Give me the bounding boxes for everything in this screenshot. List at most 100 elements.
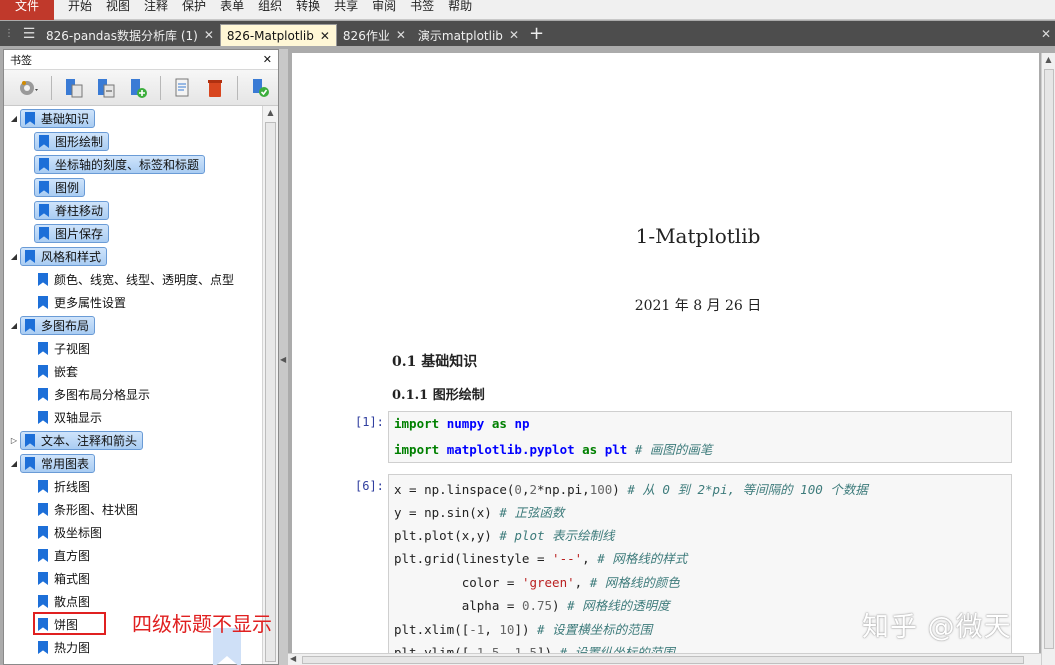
menu-file[interactable]: 文件 (0, 0, 54, 20)
bookmark-label: 风格和样式 (41, 250, 102, 264)
bookmark-item[interactable]: 条形图、柱状图 (34, 498, 142, 521)
bookmark-item[interactable]: ◢ 常用图表 (8, 452, 96, 475)
menu-organize[interactable]: 组织 (258, 0, 282, 14)
add-bookmark-icon[interactable] (125, 75, 151, 101)
scroll-up-icon[interactable]: ▲ (263, 106, 278, 120)
tab-label: 826作业 (342, 28, 390, 43)
panel-close-icon[interactable]: ✕ (263, 53, 272, 66)
bookmark-item[interactable]: ◢ 风格和样式 (8, 245, 108, 268)
close-icon[interactable]: ✕ (396, 28, 406, 42)
tab-matplotlib[interactable]: 826-Matplotlib ✕ (219, 24, 337, 46)
bookmark-item[interactable]: 更多属性设置 (34, 291, 130, 314)
bookmark-item[interactable]: 颜色、线宽、线型、透明度、点型 (34, 268, 238, 291)
tab-pandas[interactable]: 826-pandas数据分析库 (1) ✕ (40, 24, 220, 46)
bookmark-item[interactable]: 坐标轴的刻度、标签和标题 (34, 153, 206, 176)
bookmark-icon (38, 365, 48, 378)
expand-arrow-icon[interactable]: ▷ (8, 436, 20, 445)
bookmark-label: 直方图 (54, 549, 91, 563)
bookmark-item[interactable]: 双轴显示 (34, 406, 106, 429)
panel-title: 书签 (10, 53, 32, 67)
menu-review[interactable]: 审阅 (372, 0, 396, 14)
code-line: color = 'green', # 网格线的颜色 (394, 575, 680, 590)
subsection-heading: 0.1.1 图形绘制 (392, 388, 485, 403)
bookmark-scrollbar[interactable]: ▲ (262, 106, 278, 664)
bookmark-icon (38, 273, 48, 286)
bookmark-check-icon[interactable] (247, 75, 273, 101)
bookmark-item[interactable]: 图形绘制 (34, 130, 110, 153)
new-tab-plus-icon[interactable]: + (529, 21, 544, 46)
bookmark-entry: 风格和样式 (20, 247, 108, 266)
code-line: alpha = 0.75) # 网格线的透明度 (394, 598, 670, 613)
bookmark-entry: 图形绘制 (34, 132, 110, 151)
bookmark-item[interactable]: 图例 (34, 176, 86, 199)
bookmark-item[interactable]: ▷ 文本、注释和箭头 (8, 429, 144, 452)
bookmark-item[interactable]: 子视图 (34, 337, 94, 360)
bookmark-icon (38, 411, 48, 424)
menu-comment[interactable]: 注释 (144, 0, 168, 14)
menu-help[interactable]: 帮助 (448, 0, 472, 14)
document-vertical-scrollbar[interactable]: ▲ (1041, 53, 1055, 665)
menu-share[interactable]: 共享 (334, 0, 358, 14)
settings-gear-icon[interactable] (16, 75, 42, 101)
bookmark-item[interactable]: 热力图 (34, 636, 94, 659)
expand-bookmark-icon[interactable] (61, 75, 87, 101)
collapse-arrow-icon[interactable]: ◢ (8, 114, 20, 123)
delete-trash-icon[interactable] (202, 75, 228, 101)
bookmark-icon (38, 503, 48, 516)
bookmark-icon (25, 457, 35, 470)
bookmark-icon (25, 250, 35, 263)
bookmark-item[interactable]: 极坐标图 (34, 521, 106, 544)
tab-bar-close-icon[interactable]: ✕ (1041, 21, 1055, 46)
scroll-thumb[interactable] (1044, 69, 1054, 649)
bookmark-item[interactable]: 嵌套 (34, 360, 82, 383)
menu-view[interactable]: 视图 (106, 0, 130, 14)
bookmark-label: 折线图 (54, 480, 91, 494)
collapse-arrow-icon[interactable]: ◢ (8, 321, 20, 330)
watermark: 知乎 @微天 (862, 612, 1012, 643)
scroll-up-icon[interactable]: ▲ (1042, 53, 1055, 67)
scroll-thumb[interactable] (302, 656, 1024, 664)
menu-protect[interactable]: 保护 (182, 0, 206, 14)
bookmark-item[interactable]: 面积图 (34, 659, 94, 664)
code-line: import numpy as np (394, 416, 530, 431)
bookmark-label: 多图布局分格显示 (54, 388, 151, 402)
bookmark-icon (38, 526, 48, 539)
close-icon[interactable]: ✕ (509, 28, 519, 42)
bookmark-entry: 条形图、柱状图 (34, 501, 142, 518)
tab-homework[interactable]: 826作业 ✕ (337, 24, 412, 46)
tab-list-icon[interactable]: ☰ (18, 21, 40, 46)
bookmark-entry: 子视图 (34, 340, 94, 357)
bookmark-icon (25, 112, 35, 125)
bookmark-item[interactable]: 脊柱移动 (34, 199, 110, 222)
document-horizontal-scrollbar[interactable]: ◀ (288, 653, 1041, 665)
tab-demo-matplotlib[interactable]: 演示matplotlib ✕ (412, 24, 525, 46)
scroll-thumb[interactable] (265, 122, 276, 662)
bookmarks-toolbar (4, 70, 278, 106)
menu-start[interactable]: 开始 (68, 0, 92, 14)
scroll-left-icon[interactable]: ◀ (290, 654, 296, 663)
code-line: import matplotlib.pyplot as plt # 画图的画笔 (394, 442, 713, 457)
menu-bookmark[interactable]: 书签 (410, 0, 434, 14)
close-icon[interactable]: ✕ (204, 28, 214, 42)
bookmark-item[interactable]: 散点图 (34, 590, 94, 613)
bookmark-entry: 直方图 (34, 547, 94, 564)
bookmark-item[interactable]: 箱式图 (34, 567, 94, 590)
collapse-bookmark-icon[interactable] (93, 75, 119, 101)
menu-convert[interactable]: 转换 (296, 0, 320, 14)
menu-form[interactable]: 表单 (220, 0, 244, 14)
bookmark-label: 更多属性设置 (54, 296, 127, 310)
bookmark-item[interactable]: 直方图 (34, 544, 94, 567)
bookmark-item[interactable]: 图片保存 (34, 222, 110, 245)
bookmark-icon (38, 480, 48, 493)
bookmark-item[interactable]: ◢ 基础知识 (8, 107, 96, 130)
bookmark-properties-icon[interactable] (170, 75, 196, 101)
close-icon[interactable]: ✕ (320, 29, 330, 43)
collapse-arrow-icon[interactable]: ◢ (8, 252, 20, 261)
code-line: plt.plot(x,y) # plot 表示绘制线 (394, 528, 615, 543)
bookmark-item[interactable]: ◢ 多图布局 (8, 314, 96, 337)
panel-splitter[interactable]: ◀ (279, 49, 288, 665)
bookmark-item[interactable]: 折线图 (34, 475, 94, 498)
collapse-arrow-icon[interactable]: ◢ (8, 459, 20, 468)
grip-icon: ⋮ (4, 28, 14, 39)
bookmark-item[interactable]: 多图布局分格显示 (34, 383, 154, 406)
